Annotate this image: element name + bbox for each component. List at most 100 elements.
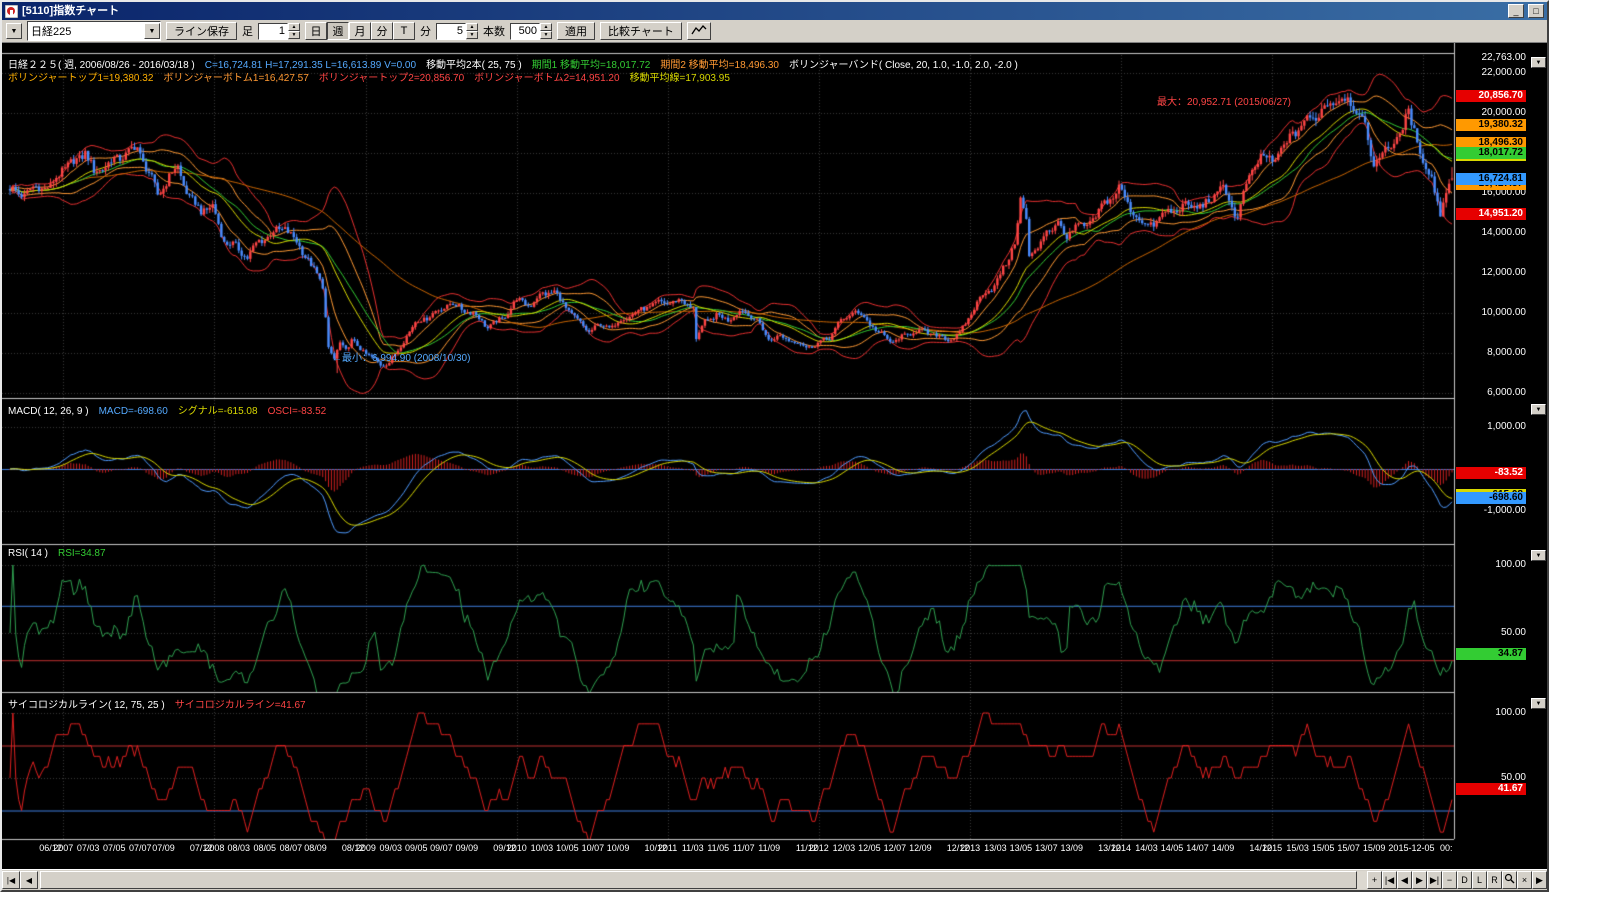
header-segment: サイコロジカルライン( 12, 75, 25 )	[8, 700, 165, 711]
x-axis-label: 12/09	[909, 843, 932, 853]
x-axis-label: 07/05	[103, 843, 126, 853]
axis-label: 10,000.00	[1456, 308, 1526, 318]
period-tick-button[interactable]: T	[393, 22, 415, 40]
d-mode-button[interactable]: D	[1457, 871, 1472, 889]
x-axis-label: 11/05	[707, 843, 729, 853]
zoom-icon[interactable]	[1502, 871, 1517, 889]
axis-label: 50.00	[1456, 773, 1526, 783]
price-value-box: -698.60	[1456, 492, 1526, 504]
step-left-button[interactable]: ◀	[1397, 871, 1412, 889]
spin-down-icon[interactable]: ▼	[466, 31, 478, 39]
symbol-value: 日経225	[28, 23, 144, 39]
minute-spinner[interactable]: 5 ▲ ▼	[436, 23, 478, 40]
price-value-box: 34.87	[1456, 648, 1526, 660]
zoom-in-button[interactable]: +	[1367, 871, 1382, 889]
r-mode-button[interactable]: R	[1487, 871, 1502, 889]
chart-annotation: 最大：20,952.71 (2015/06/27)	[1157, 93, 1291, 108]
x-axis-label: 14/09	[1212, 843, 1235, 853]
price-value-box: 19,380.32	[1456, 119, 1526, 131]
x-axis-label: 10/03	[531, 843, 554, 853]
axis-label: 100.00	[1456, 560, 1526, 570]
symbol-combobox[interactable]: 日経225 ▼	[27, 21, 161, 41]
spin-up-icon[interactable]: ▲	[288, 23, 300, 31]
x-axis-label: 14/03	[1135, 843, 1158, 853]
line-chart-icon[interactable]	[687, 22, 711, 40]
jump-start-button[interactable]: |◀	[1382, 871, 1397, 889]
desktop: [5110]指数チャート _ □ ▼ 日経225 ▼ ライン保存 足 1 ▲ ▼…	[0, 0, 1607, 909]
price-value-box: 20,856.70	[1456, 90, 1526, 102]
x-axis-label: 09/07	[430, 843, 453, 853]
x-axis-label: 2015-12-05	[1388, 843, 1434, 853]
scrollbar-track[interactable]	[38, 871, 1367, 889]
chart-canvas[interactable]	[2, 43, 1547, 869]
x-axis-label: 15/03	[1286, 843, 1309, 853]
axis-label: 14,000.00	[1456, 228, 1526, 238]
x-axis-label: 12/07	[884, 843, 907, 853]
count-spinner[interactable]: 500 ▲ ▼	[510, 23, 552, 40]
x-axis-label: 11/07	[733, 843, 755, 853]
compare-chart-button[interactable]: 比較チャート	[600, 22, 682, 40]
chevron-down-icon[interactable]: ▼	[144, 23, 160, 39]
header-segment: サイコロジカルライン=41.67	[175, 700, 306, 711]
horizontal-scrollbar[interactable]: |◀ ◀ + |◀ ◀ ▶ ▶| − D L R × ▶	[2, 869, 1547, 890]
x-axis-label: 2015	[1262, 843, 1282, 853]
header-segment: RSI( 14 )	[8, 548, 48, 559]
play-forward-button[interactable]: ▶	[1532, 871, 1547, 889]
psych-panel-menu-button[interactable]: ▼	[1531, 698, 1546, 709]
axis-label: -1,000.00	[1456, 506, 1526, 516]
l-mode-button[interactable]: L	[1472, 871, 1487, 889]
x-axis-label: 10/07	[582, 843, 605, 853]
price-value-box: -83.52	[1456, 467, 1526, 479]
step-right-button[interactable]: ▶	[1412, 871, 1427, 889]
x-axis-label: 10/05	[556, 843, 579, 853]
axis-label: 8,000.00	[1456, 348, 1526, 358]
count-value: 500	[510, 23, 540, 40]
maximize-button[interactable]: □	[1528, 4, 1544, 18]
price-value-box: 41.67	[1456, 783, 1526, 795]
axis-label: 12,000.00	[1456, 268, 1526, 278]
minute-label: 分	[420, 23, 431, 39]
x-axis-label: 00:	[1440, 843, 1453, 853]
scroll-left-button[interactable]: ◀	[20, 871, 38, 889]
x-axis-label: 11/09	[758, 843, 780, 853]
header-segment: ボリンジャーボトム2=14,951.20	[474, 73, 619, 84]
x-axis-label: 15/09	[1363, 843, 1386, 853]
bar-count-spinner[interactable]: 1 ▲ ▼	[258, 23, 300, 40]
zoom-out-button[interactable]: −	[1442, 871, 1457, 889]
main-panel-menu-button[interactable]: ▼	[1531, 57, 1546, 68]
x-axis-label: 08/03	[227, 843, 250, 853]
x-axis-label: 09/09	[456, 843, 479, 853]
scroll-home-button[interactable]: |◀	[2, 871, 20, 889]
x-axis-label: 2010	[507, 843, 527, 853]
x-axis-label: 2009	[356, 843, 376, 853]
spin-down-icon[interactable]: ▼	[288, 31, 300, 39]
period-month-button[interactable]: 月	[349, 22, 371, 40]
save-line-button[interactable]: ライン保存	[166, 22, 237, 40]
x-axis-label: 07/07	[129, 843, 152, 853]
x-axis-label: 2012	[809, 843, 829, 853]
price-value-box: 14,951.20	[1456, 208, 1526, 220]
macd-panel-menu-button[interactable]: ▼	[1531, 404, 1546, 415]
minimize-button[interactable]: _	[1508, 4, 1524, 18]
window-title: [5110]指数チャート	[22, 3, 1504, 20]
apply-button[interactable]: 適用	[557, 22, 595, 40]
period-minute-button[interactable]: 分	[371, 22, 393, 40]
x-axis-label: 07/09	[152, 843, 175, 853]
spin-down-icon[interactable]: ▼	[540, 31, 552, 39]
titlebar[interactable]: [5110]指数チャート _ □	[2, 2, 1547, 20]
toolbar-menu-button[interactable]: ▼	[6, 23, 22, 39]
x-axis-label: 15/05	[1312, 843, 1335, 853]
axis-label: 22,763.00	[1456, 53, 1526, 63]
close-tool-button[interactable]: ×	[1517, 871, 1532, 889]
spin-up-icon[interactable]: ▲	[466, 23, 478, 31]
scrollbar-thumb[interactable]	[40, 871, 1357, 889]
jump-end-button[interactable]: ▶|	[1427, 871, 1442, 889]
x-axis-label: 14/07	[1186, 843, 1209, 853]
period-week-button[interactable]: 週	[327, 22, 349, 40]
spin-up-icon[interactable]: ▲	[540, 23, 552, 31]
x-axis-label: 15/07	[1337, 843, 1360, 853]
header-segment: MACD=-698.60	[99, 406, 168, 417]
x-axis-label: 08/09	[304, 843, 327, 853]
rsi-panel-menu-button[interactable]: ▼	[1531, 550, 1546, 561]
period-day-button[interactable]: 日	[305, 22, 327, 40]
